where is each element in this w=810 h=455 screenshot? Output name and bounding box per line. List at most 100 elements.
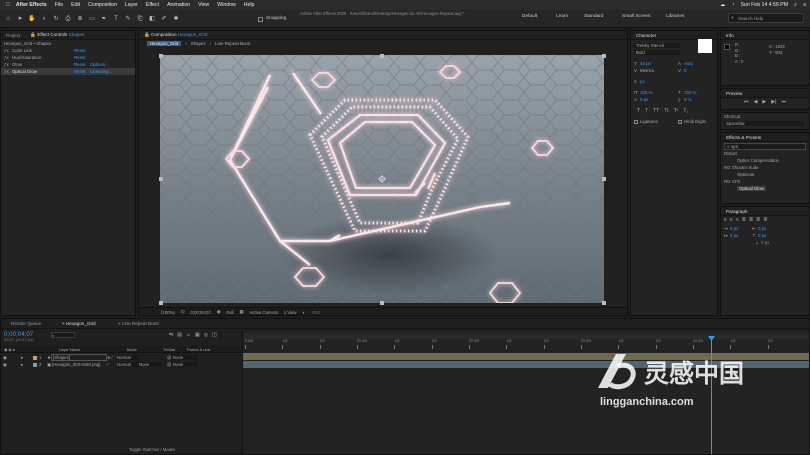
ligatures-checkbox[interactable] <box>634 119 638 124</box>
column-parent[interactable]: Parent & Link <box>187 347 210 352</box>
layer-parent-dropdown[interactable]: None <box>173 355 197 360</box>
effect-row[interactable]: ƒx Optical Glow Reset Licensing... <box>1 68 135 75</box>
rectangle-tool-icon[interactable]: ▭ <box>88 15 96 23</box>
transform-handle[interactable] <box>380 301 384 305</box>
workspace-learn[interactable]: Learn <box>556 14 568 19</box>
layer-mode-dropdown[interactable]: Normal <box>117 362 139 367</box>
breadcrumb-item[interactable]: Line Repeat Burst <box>215 41 250 46</box>
column-mode[interactable]: Mode <box>127 347 137 352</box>
zoom-tool-icon[interactable]: ⌕ <box>40 15 48 23</box>
workspace-small-screen[interactable]: Small Screen <box>622 14 651 19</box>
effects-search-input[interactable]: ⌕ opti <box>724 143 806 150</box>
tab-character[interactable]: Character <box>631 33 661 38</box>
next-frame-icon[interactable]: ▶| <box>771 99 776 105</box>
menu-effect[interactable]: Effect <box>146 2 159 8</box>
layer-switches-icon[interactable]: ⁄ <box>107 362 117 367</box>
draft-3d-icon[interactable]: ▤ <box>177 332 182 338</box>
workspace-standard[interactable]: Standard <box>584 14 603 19</box>
effects-tree-item[interactable]: RG VFX <box>721 178 809 185</box>
wifi-icon[interactable]: ◔ <box>731 2 734 8</box>
layer-label-color[interactable] <box>33 355 37 360</box>
exposure-icon[interactable]: ◐ <box>303 310 306 315</box>
timecode-display[interactable]: 0;00;04;07 <box>190 310 210 315</box>
effects-tree-item[interactable]: RG Shooter Suite <box>721 164 809 171</box>
workspace-default[interactable]: Default <box>522 14 537 19</box>
effects-tree-item[interactable]: Optiscan <box>721 171 809 178</box>
fill-color-swatch[interactable] <box>698 38 712 53</box>
menu-view[interactable]: View <box>198 2 209 8</box>
stroke-width-field[interactable]: px <box>640 79 645 84</box>
composition-viewer[interactable] <box>160 55 604 303</box>
faux-italic-button[interactable]: T <box>645 108 648 114</box>
superscript-button[interactable]: T¹ <box>674 108 679 114</box>
brush-tool-icon[interactable]: ✎ <box>124 15 132 23</box>
leading-field[interactable]: Auto <box>684 61 693 66</box>
indent-first-field[interactable]: 0 px <box>730 233 752 238</box>
space-after-field[interactable]: 0 px <box>761 240 769 245</box>
effect-row[interactable]: ƒx Hue/Saturation Reset <box>1 54 135 61</box>
layer-name[interactable]: [Shapes] <box>51 354 107 361</box>
cloud-icon[interactable]: ☁ <box>720 2 725 8</box>
transform-handle[interactable] <box>602 177 606 181</box>
transform-handle[interactable] <box>159 301 163 305</box>
transform-handle[interactable] <box>380 54 384 58</box>
snapshot-icon[interactable]: ◉ <box>217 309 221 315</box>
home-icon[interactable]: ⌂ <box>4 15 12 23</box>
effects-tree-item-selected[interactable]: Optical Glow <box>737 186 766 191</box>
timeline-timecode[interactable]: 0;00;04;07 <box>4 331 33 338</box>
baseline-shift-field[interactable]: 0 px <box>640 97 678 102</box>
last-frame-icon[interactable]: ⏭ <box>781 99 786 105</box>
column-layer-name[interactable]: Layer Name <box>59 347 80 352</box>
layer-lock-icon[interactable]: ▸ <box>21 362 31 368</box>
layer-switches-icon[interactable]: ∗ ⁄ <box>107 355 117 361</box>
effect-reset-button[interactable]: Reset <box>74 55 85 60</box>
visibility-icon[interactable]: ◉ <box>3 362 21 368</box>
fx-icon[interactable]: ƒx <box>4 69 12 74</box>
hand-tool-icon[interactable]: ✋ <box>28 15 36 23</box>
tab-project[interactable]: Project <box>1 33 25 38</box>
fx-icon[interactable]: ƒx <box>4 48 12 53</box>
effect-licensing-link[interactable]: Licensing... <box>90 69 112 74</box>
breadcrumb-item[interactable]: Shapes <box>191 41 206 46</box>
toggle-switches-modes[interactable]: Toggle Switches / Modes <box>129 447 175 452</box>
tab-preview[interactable]: Preview <box>721 91 747 96</box>
menu-window[interactable]: Window <box>217 2 235 8</box>
shortcut-dropdown[interactable]: Spacebar <box>724 121 804 126</box>
puppet-tool-icon[interactable]: ✱ <box>172 15 180 23</box>
menu-list-icon[interactable]: ≡ <box>803 2 806 8</box>
tab-effects-presets[interactable]: Effects & Presets <box>721 135 766 140</box>
fit-icon[interactable]: ⊡ <box>181 309 185 315</box>
menubar-clock[interactable]: Sun Feb 14 4:56 PM <box>740 2 788 8</box>
visibility-icon[interactable]: ◉ <box>3 355 21 361</box>
search-help-field[interactable]: ⌕ Search Help <box>728 13 804 23</box>
resolution-dropdown[interactable]: Full <box>227 310 234 315</box>
tab-composition[interactable]: 🔒 Composition Hexagon_Grid <box>139 32 212 38</box>
first-frame-icon[interactable]: ⏮ <box>744 99 749 105</box>
subscript-button[interactable]: T₁ <box>683 108 688 114</box>
font-style-dropdown[interactable]: Bold <box>634 50 680 55</box>
menu-edit[interactable]: Edit <box>71 2 80 8</box>
effect-row[interactable]: ƒx Glow Reset Options... <box>1 61 135 68</box>
effect-options-link[interactable]: Options... <box>90 62 109 67</box>
rotate-tool-icon[interactable]: ↻ <box>52 15 60 23</box>
tsume-field[interactable]: 0 % <box>684 97 692 102</box>
exposure-value[interactable]: +0.0 <box>311 310 319 315</box>
kerning-field[interactable]: Metrics <box>640 68 678 73</box>
comp-flowchart-icon[interactable]: ⇆ <box>169 332 173 338</box>
horizontal-scale-field[interactable]: 100 % <box>684 90 696 95</box>
tab-info[interactable]: Info <box>721 33 739 38</box>
effect-reset-button[interactable]: Reset <box>74 62 90 67</box>
menu-animation[interactable]: Animation <box>167 2 190 8</box>
selection-tool-icon[interactable]: ➤ <box>16 15 24 23</box>
menu-layer[interactable]: Layer <box>125 2 138 8</box>
tab-render-queue[interactable]: Render Queue <box>1 321 57 326</box>
layer-row[interactable]: ◉ ▸ 1 ★ [Shapes] ∗ ⁄ Normal @ None <box>3 354 241 361</box>
transform-handle[interactable] <box>159 177 163 181</box>
menu-help[interactable]: Help <box>244 2 255 8</box>
font-size-field[interactable]: 40 px <box>640 61 678 66</box>
justify-right-icon[interactable]: ≣ <box>756 217 760 223</box>
timeline-graph-area[interactable]: 0:00f 10f 20f 01:00f 10f 20f 02:00f 10f 20f 03:00… <box>242 331 809 454</box>
pan-behind-tool-icon[interactable]: ⊕ <box>76 15 84 23</box>
align-left-icon[interactable]: ≡ <box>724 217 727 223</box>
app-menu[interactable]: After Effects <box>16 2 47 8</box>
